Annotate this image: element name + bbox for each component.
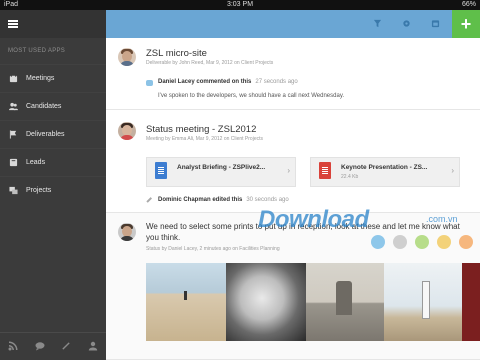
watermark-domain: .com.vn bbox=[426, 214, 458, 224]
flag-icon bbox=[8, 130, 18, 139]
avatar[interactable] bbox=[118, 48, 136, 66]
status-bar: iPad 3:03 PM 66% bbox=[0, 0, 480, 10]
color-dot bbox=[371, 235, 385, 249]
sidebar-item-candidates[interactable]: Candidates bbox=[0, 92, 106, 120]
calendar-icon[interactable] bbox=[431, 15, 440, 33]
sidebar-heading: MOST USED APPS bbox=[8, 48, 66, 54]
activity-feed: ZSL micro-site Deliverable by John Reed,… bbox=[106, 38, 480, 360]
book-icon bbox=[8, 158, 18, 167]
carrier-label: iPad bbox=[4, 1, 19, 8]
sidebar-item-deliverables[interactable]: Deliverables bbox=[0, 120, 106, 148]
color-dots bbox=[371, 235, 480, 249]
user-add-icon[interactable] bbox=[88, 338, 98, 356]
color-dot bbox=[393, 235, 407, 249]
post-meta: Meeting by Emma Ali, Mar 9, 2012 on Clie… bbox=[146, 136, 263, 142]
sidebar-item-label: Meetings bbox=[26, 75, 55, 82]
watermark-logo: Download bbox=[258, 206, 369, 233]
photo-tower[interactable] bbox=[306, 263, 384, 341]
comment-author[interactable]: Daniel Lacey commented on this bbox=[158, 79, 251, 85]
sidebar-toolbar bbox=[0, 332, 106, 360]
edit-time: 30 seconds ago bbox=[246, 197, 289, 203]
post-title[interactable]: Status meeting - ZSL2012 bbox=[146, 124, 256, 135]
calendar-icon bbox=[8, 74, 18, 83]
sidebar-item-label: Candidates bbox=[26, 103, 62, 110]
filter-icon[interactable] bbox=[373, 15, 382, 33]
comment-time: 27 seconds ago bbox=[255, 79, 298, 85]
sidebar-item-leads[interactable]: Leads bbox=[0, 148, 106, 176]
word-doc-icon bbox=[155, 162, 167, 179]
photo-beach[interactable] bbox=[146, 263, 226, 341]
topbar-actions bbox=[373, 10, 440, 38]
chat-icon[interactable] bbox=[35, 338, 45, 356]
presentation-doc-icon bbox=[319, 162, 331, 179]
post-meta: Deliverable by John Reed, Mar 9, 2012 on… bbox=[146, 60, 274, 66]
photo-partial[interactable] bbox=[462, 263, 480, 341]
attachment-name: Analyst Briefing - ZSPlive2... bbox=[177, 164, 266, 171]
sidebar-item-label: Deliverables bbox=[26, 131, 65, 138]
photo-lighthouse[interactable] bbox=[384, 263, 462, 341]
people-icon bbox=[8, 102, 18, 111]
pencil-icon bbox=[146, 196, 152, 203]
menu-icon[interactable] bbox=[8, 20, 18, 28]
chevron-right-icon: › bbox=[451, 166, 454, 175]
projects-icon bbox=[8, 186, 18, 195]
color-dot bbox=[437, 235, 451, 249]
attachment-name: Keynote Presentation - ZS... bbox=[341, 164, 428, 171]
avatar[interactable] bbox=[118, 223, 136, 241]
photo-cat[interactable] bbox=[226, 263, 306, 341]
post-meta: Status by Daniel Lacey, 2 minutes ago on… bbox=[146, 246, 280, 252]
post-title[interactable]: ZSL micro-site bbox=[146, 48, 207, 59]
sidebar-item-label: Leads bbox=[26, 159, 46, 166]
sidebar-item-meetings[interactable]: Meetings bbox=[0, 64, 106, 92]
photo-strip bbox=[146, 263, 480, 341]
attachment-card[interactable]: Keynote Presentation - ZS... 22.4 Kb › bbox=[310, 157, 460, 187]
edit-activity: Dominic Chapman edited this 30 seconds ag… bbox=[146, 196, 289, 203]
sidebar-item-label: Projects bbox=[26, 187, 52, 194]
attachment-card[interactable]: Analyst Briefing - ZSPlive2... › bbox=[146, 157, 296, 187]
rss-icon[interactable] bbox=[8, 338, 18, 356]
edit-author[interactable]: Dominic Chapman edited this bbox=[158, 197, 242, 203]
comment-header: Daniel Lacey commented on this 27 seconds… bbox=[158, 79, 298, 85]
sidebar-item-projects[interactable]: Projects bbox=[0, 176, 106, 204]
color-dot bbox=[415, 235, 429, 249]
add-button[interactable]: + bbox=[452, 10, 480, 38]
comment-text: I've spoken to the developers, we should… bbox=[158, 93, 345, 99]
color-dot bbox=[459, 235, 473, 249]
chevron-right-icon: › bbox=[287, 166, 290, 175]
sidebar-header bbox=[0, 10, 106, 38]
settings-icon[interactable] bbox=[402, 15, 411, 33]
sidebar-nav: Meetings Candidates Deliverables Leads P… bbox=[0, 64, 106, 204]
attachment-size: 22.4 Kb bbox=[341, 174, 359, 180]
clock: 3:03 PM bbox=[226, 1, 254, 8]
comment-icon bbox=[146, 80, 153, 86]
battery-label: 66% bbox=[461, 1, 476, 8]
avatar[interactable] bbox=[118, 122, 136, 140]
tools-icon[interactable] bbox=[61, 338, 71, 356]
top-bar: + bbox=[106, 10, 480, 38]
feed-post[interactable]: ZSL micro-site Deliverable by John Reed,… bbox=[106, 38, 480, 110]
sidebar: MOST USED APPS Meetings Candidates Deliv… bbox=[0, 10, 106, 360]
